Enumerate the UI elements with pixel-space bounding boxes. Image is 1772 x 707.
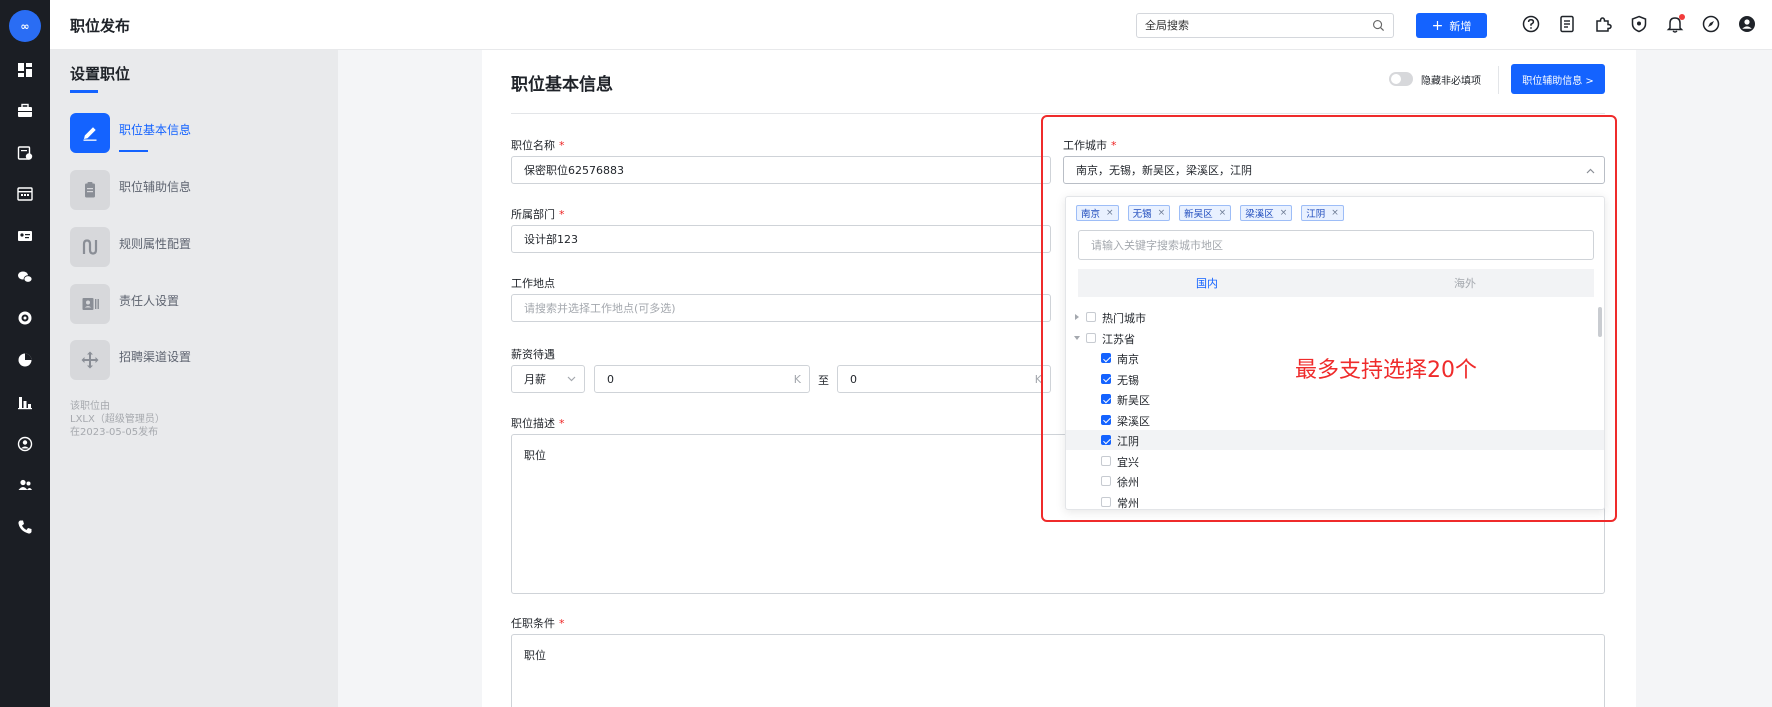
- annotation-text: 最多支持选择20个: [1295, 358, 1477, 383]
- salary-to-label: 至: [818, 374, 829, 387]
- publish-meta-line: 该职位由: [70, 401, 110, 412]
- job-name-label: 职位名称 *: [511, 137, 565, 153]
- new-button[interactable]: + 新增: [1416, 13, 1487, 38]
- new-button-label: 新增: [1449, 19, 1472, 33]
- shield-icon[interactable]: [1630, 15, 1648, 33]
- divider: [1498, 66, 1499, 94]
- global-search[interactable]: [1136, 13, 1394, 38]
- description-label-text: 职位描述: [511, 417, 555, 430]
- sidebar-title: 设置职位: [70, 65, 131, 83]
- compass-icon[interactable]: [1702, 15, 1720, 33]
- account-icon[interactable]: [1738, 15, 1756, 33]
- salary-type-value: 月薪: [524, 373, 546, 386]
- step-owner[interactable]: 责任人设置: [70, 284, 320, 324]
- pencil-icon: [70, 113, 110, 153]
- location-label: 工作地点: [511, 277, 555, 290]
- plus-icon: +: [1431, 17, 1444, 34]
- step-rules[interactable]: 规则属性配置: [70, 227, 320, 267]
- required-mark: *: [559, 139, 565, 152]
- annotation-box: [1041, 115, 1617, 522]
- target-icon[interactable]: [17, 310, 33, 326]
- hide-optional-toggle[interactable]: [1389, 72, 1413, 86]
- id-card-icon[interactable]: [17, 228, 33, 244]
- active-step-underline: [119, 150, 148, 152]
- app-logo[interactable]: ∞: [9, 10, 41, 42]
- clipboard-icon: [70, 170, 110, 210]
- global-search-input[interactable]: [1145, 14, 1365, 37]
- help-icon[interactable]: [1522, 15, 1540, 33]
- required-mark: *: [559, 617, 565, 630]
- step-label: 责任人设置: [119, 294, 180, 308]
- requirements-textarea[interactable]: 职位: [511, 634, 1605, 707]
- aux-info-button[interactable]: 职位辅助信息 >: [1511, 64, 1605, 94]
- step-label: 规则属性配置: [119, 237, 192, 251]
- section-title: 职位基本信息: [511, 75, 613, 95]
- location-input[interactable]: 请搜索并选择工作地点(可多选): [511, 294, 1051, 322]
- publish-meta-line: LXLX（超级管理员）: [70, 414, 165, 425]
- bar-chart-icon[interactable]: [17, 394, 33, 410]
- users-icon[interactable]: [17, 477, 33, 493]
- job-name-input[interactable]: 保密职位62576883: [511, 156, 1051, 184]
- department-label: 所属部门 *: [511, 206, 565, 222]
- sidebar-title-underline: [70, 90, 98, 93]
- salary-label: 薪资待遇: [511, 348, 555, 361]
- salary-max-input[interactable]: 0 K: [837, 365, 1051, 393]
- step-label: 职位辅助信息: [119, 180, 192, 194]
- required-mark: *: [559, 208, 565, 221]
- top-bar: 职位发布 + 新增: [50, 0, 1772, 50]
- step-basic-info[interactable]: 职位基本信息: [70, 113, 320, 153]
- hide-optional-label: 隐藏非必填项: [1421, 76, 1481, 87]
- salary-min-unit: K: [793, 373, 801, 386]
- publish-meta: 该职位由 LXLX（超级管理员） 在2023-05-05发布: [70, 400, 165, 439]
- pie-chart-icon[interactable]: [17, 352, 33, 368]
- requirements-label-text: 任职条件: [511, 617, 555, 630]
- step-channels[interactable]: 招聘渠道设置: [70, 340, 320, 380]
- puzzle-icon[interactable]: [1594, 15, 1612, 33]
- bell-icon[interactable]: [1666, 14, 1685, 33]
- chevron-down-icon: [567, 376, 576, 382]
- notification-badge: [1679, 14, 1685, 20]
- move-arrows-icon: [70, 340, 110, 380]
- section-divider: [511, 113, 1605, 114]
- route-icon: [70, 227, 110, 267]
- schedule-icon[interactable]: [17, 186, 33, 202]
- salary-min-input[interactable]: 0 K: [594, 365, 810, 393]
- left-rail: ∞: [0, 0, 50, 707]
- publish-meta-line: 在2023-05-05发布: [70, 427, 159, 438]
- search-icon[interactable]: [1372, 19, 1385, 32]
- salary-type-select[interactable]: 月薪: [511, 365, 585, 393]
- step-label: 招聘渠道设置: [119, 350, 192, 364]
- user-circle-icon[interactable]: [17, 436, 33, 452]
- dashboard-icon[interactable]: [17, 62, 33, 78]
- step-aux-info[interactable]: 职位辅助信息: [70, 170, 320, 210]
- calendar-clock-icon[interactable]: [17, 145, 33, 161]
- chat-icon[interactable]: [17, 269, 33, 285]
- salary-min-value: 0: [607, 372, 614, 386]
- department-input[interactable]: 设计部123: [511, 225, 1051, 253]
- page-title: 职位发布: [70, 17, 131, 35]
- document-icon[interactable]: [1558, 15, 1576, 33]
- salary-max-value: 0: [850, 372, 857, 386]
- department-label-text: 所属部门: [511, 208, 555, 221]
- job-name-label-text: 职位名称: [511, 139, 555, 152]
- required-mark: *: [559, 417, 565, 430]
- requirements-label: 任职条件 *: [511, 615, 565, 631]
- contact-card-icon: [70, 284, 110, 324]
- description-label: 职位描述 *: [511, 415, 565, 431]
- step-label: 职位基本信息: [119, 123, 192, 137]
- settings-sidebar: 设置职位 职位基本信息 职位辅助信息 规则属性配置 责任人设置 招聘渠道设置 该…: [50, 50, 338, 707]
- briefcase-icon[interactable]: [17, 103, 33, 119]
- phone-icon[interactable]: [17, 519, 33, 535]
